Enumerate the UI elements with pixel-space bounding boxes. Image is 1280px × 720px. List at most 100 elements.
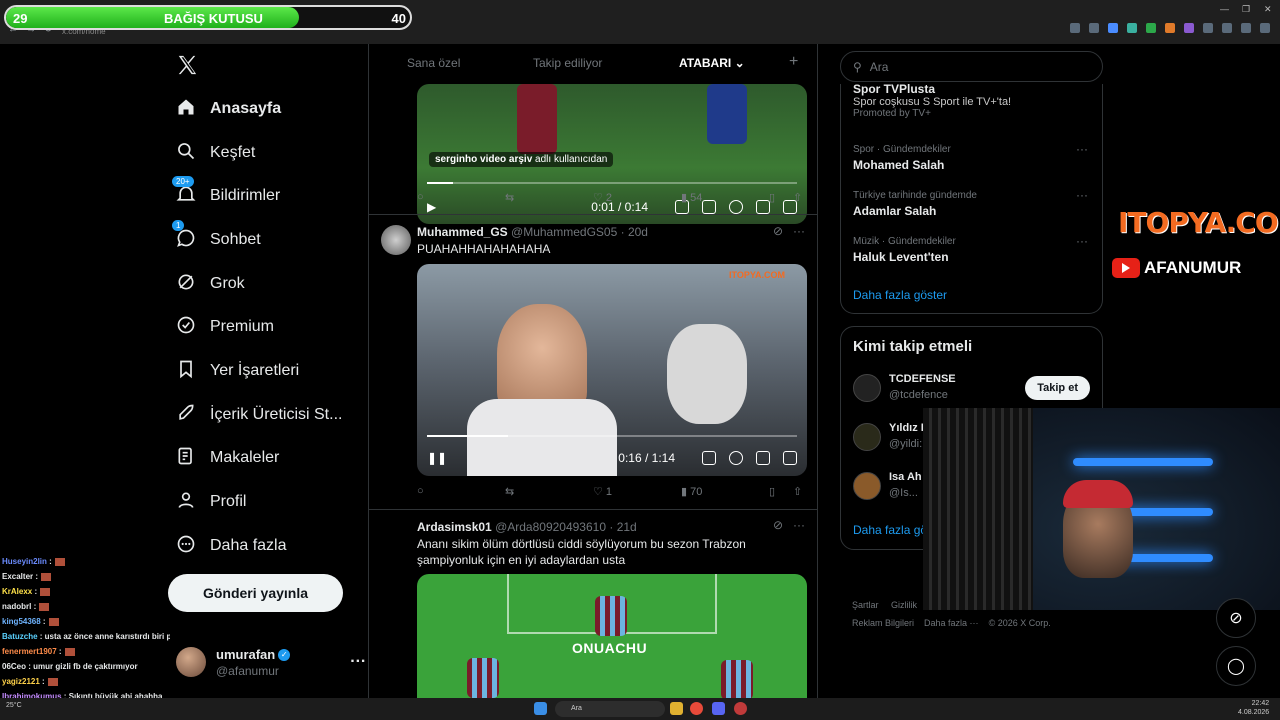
settings-icon[interactable]	[729, 451, 743, 465]
chrome-icon[interactable]	[690, 702, 703, 715]
add-tab-button[interactable]: +	[789, 53, 798, 71]
timeline-tabs: Sana özel Takip ediliyor ATABARI ⌄ +	[369, 44, 817, 84]
follow-show-more[interactable]: Daha fazla gös	[853, 523, 933, 537]
avatar[interactable]	[853, 374, 881, 402]
like-button[interactable]: ♡ 1	[593, 485, 612, 498]
more-dots-icon[interactable]: ···	[1076, 142, 1088, 156]
avatar[interactable]	[381, 225, 411, 255]
maximize-icon[interactable]: ❐	[1242, 4, 1250, 15]
lineup-image[interactable]: ONUACHU	[417, 574, 807, 700]
grok-icon[interactable]: ⊘	[773, 224, 783, 238]
views-button[interactable]: ▮ 54	[681, 191, 702, 204]
messages-icon[interactable]: ◯	[1216, 646, 1256, 686]
file-explorer-icon[interactable]	[670, 702, 683, 715]
sidebar-item-chat[interactable]: 1 Sohbet	[172, 219, 261, 254]
sidebar-item-grok[interactable]: Grok	[176, 270, 245, 298]
minimize-icon[interactable]: —	[1220, 4, 1229, 14]
author-name[interactable]: Muhammed_GS	[417, 225, 508, 239]
more-dots-icon[interactable]: ···	[350, 653, 366, 671]
footer-link[interactable]: Gizlilik	[891, 600, 917, 610]
retweet-icon[interactable]: ⇆	[505, 191, 514, 204]
sidebar-item-bell[interactable]: 20+ Bildirimler	[172, 175, 280, 210]
suggested-account-name[interactable]: Isa Ah	[889, 471, 922, 483]
search-input[interactable]: ⚲ Ara	[840, 51, 1103, 82]
taskbar-search[interactable]: Ara	[555, 701, 665, 717]
avatar[interactable]	[853, 423, 881, 451]
post-button[interactable]: Gönderi yayınla	[168, 574, 343, 612]
author-handle[interactable]: @MuhammedGS05	[511, 225, 617, 239]
play-icon[interactable]: ▶	[427, 200, 436, 214]
emote-icon	[47, 677, 58, 686]
fullscreen-icon[interactable]	[783, 451, 797, 465]
clock[interactable]: 22:42 4.08.2026	[1238, 699, 1269, 717]
sidebar-item-bookmark[interactable]: Yer İşaretleri	[176, 357, 299, 385]
x-logo-icon[interactable]	[176, 54, 198, 76]
sidebar-item-premium[interactable]: Premium	[176, 313, 274, 341]
suggested-account-name[interactable]: TCDEFENSE	[889, 373, 956, 385]
pip-icon[interactable]	[756, 200, 770, 214]
retweet-icon[interactable]: ⇆	[505, 485, 514, 498]
extension-icons[interactable]	[1070, 23, 1270, 33]
weather-widget[interactable]: 25°C	[6, 702, 22, 709]
trend-item[interactable]: Türkiye tarihinde gündemde Adamlar Salah	[853, 190, 977, 218]
donation-current: 29	[13, 11, 28, 26]
video-player[interactable]: ITOPYA.COM ❚❚ 0:16 / 1:14	[417, 264, 807, 476]
author-handle[interactable]: @Arda80920493610	[495, 520, 606, 534]
video-progress[interactable]	[427, 435, 797, 437]
like-button[interactable]: ♡ 2	[593, 191, 612, 204]
donation-goal: 40	[391, 11, 406, 26]
trends-show-more[interactable]: Daha fazla göster	[853, 288, 947, 302]
trend-item[interactable]: Müzik · Gündemdekiler Haluk Levent'ten	[853, 236, 956, 264]
more-dots-icon[interactable]: ···	[1076, 234, 1088, 248]
pause-icon[interactable]: ❚❚	[427, 451, 447, 465]
settings-icon[interactable]	[729, 200, 743, 214]
reply-icon[interactable]: ○	[417, 485, 424, 497]
footer-copyright: © 2026 X Corp.	[988, 618, 1051, 628]
sidebar-item-person[interactable]: Profil	[176, 488, 246, 516]
more-dots-icon[interactable]: ···	[793, 518, 805, 532]
jersey-icon	[467, 658, 499, 698]
tab-list[interactable]: ATABARI ⌄	[679, 56, 745, 70]
follow-button[interactable]: Takip et	[1025, 376, 1090, 400]
pip-icon[interactable]	[756, 451, 770, 465]
footer-link[interactable]: Şartlar	[852, 600, 879, 610]
sidebar-item-more[interactable]: Daha fazla	[176, 532, 287, 560]
footer-link[interactable]: Reklam Bilgileri	[852, 618, 914, 628]
volume-icon[interactable]	[702, 451, 716, 465]
sidebar-item-rocket[interactable]: İçerik Üreticisi St...	[176, 401, 342, 429]
promoted-trend[interactable]: Spor TVPlusta Spor coşkusu S Sport ile T…	[853, 82, 1011, 119]
chat-text: :	[56, 647, 62, 656]
grok-icon[interactable]: ⊘	[773, 518, 783, 532]
close-icon[interactable]: ✕	[1264, 4, 1272, 15]
sidebar-item-search[interactable]: Keşfet	[176, 139, 255, 167]
trend-title: Adamlar Salah	[853, 204, 937, 218]
sidebar-item-article[interactable]: Makaleler	[176, 444, 279, 472]
bookmark-icon[interactable]: ▯	[769, 485, 775, 498]
sidebar-item-home[interactable]: Anasayfa	[176, 95, 281, 123]
share-icon[interactable]: ⇧	[793, 191, 802, 204]
grok-icon[interactable]: ⊘	[1216, 598, 1256, 638]
chat-message: KrAlexx :	[2, 584, 170, 599]
chat-message: yagiz2121 :	[2, 674, 170, 689]
reply-icon[interactable]: ○	[417, 191, 424, 203]
more-dots-icon[interactable]: ···	[1076, 188, 1088, 202]
tab-for-you[interactable]: Sana özel	[407, 56, 460, 70]
views-button[interactable]: ▮ 70	[681, 485, 702, 498]
author-name[interactable]: Ardasimsk01	[417, 520, 492, 534]
footer-link[interactable]: Daha fazla ···	[924, 618, 979, 628]
obs-icon[interactable]	[734, 702, 747, 715]
divider	[369, 509, 817, 510]
more-dots-icon[interactable]: ···	[793, 224, 805, 238]
mute-icon[interactable]	[702, 200, 716, 214]
bookmark-icon[interactable]: ▯	[769, 191, 775, 204]
start-icon[interactable]	[534, 702, 547, 715]
trend-item[interactable]: Spor · Gündemdekiler Mohamed Salah	[853, 144, 951, 172]
sidebar-item-label: Yer İşaretleri	[210, 362, 300, 379]
avatar[interactable]	[853, 472, 881, 500]
account-switcher[interactable]: umurafan ✓ @afanumur ···	[176, 646, 366, 678]
video-progress[interactable]	[427, 182, 797, 184]
tab-following[interactable]: Takip ediliyor	[533, 56, 602, 70]
share-icon[interactable]: ⇧	[793, 485, 802, 498]
suggested-account-name[interactable]: Yıldız I	[889, 422, 924, 434]
discord-icon[interactable]	[712, 702, 725, 715]
